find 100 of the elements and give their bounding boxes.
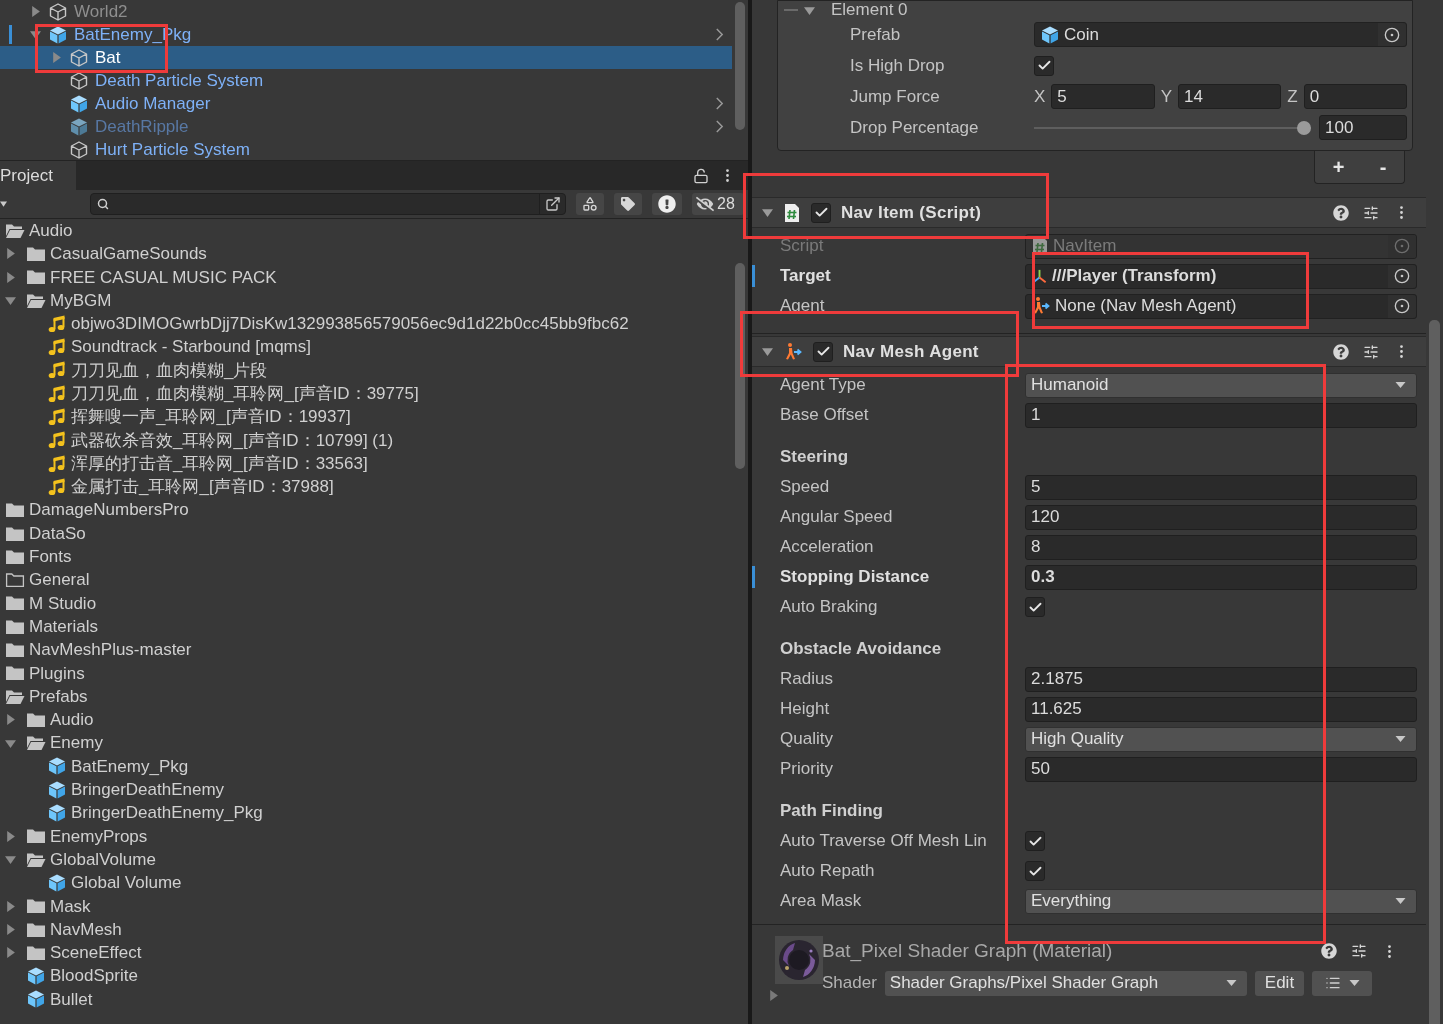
project-item[interactable]: General (0, 568, 732, 592)
list-button[interactable]: - (1373, 152, 1393, 182)
slider-thumb[interactable] (1297, 120, 1311, 135)
project-item[interactable]: 刀刀见血，血肉模糊_片段 (0, 358, 732, 383)
expand-arrow-icon[interactable] (5, 295, 16, 307)
dropdown[interactable]: High Quality (1025, 726, 1417, 752)
project-item[interactable]: GlobalVolume (0, 848, 732, 872)
checkbox[interactable] (1025, 831, 1045, 851)
project-item[interactable]: 金属打击_耳聆网_[声音ID：37988] (0, 475, 732, 499)
project-item[interactable]: Global Volume (0, 871, 732, 895)
number-field[interactable]: 5 (1051, 84, 1155, 109)
expand-arrow-icon[interactable] (5, 248, 16, 260)
project-item[interactable]: Mask (0, 894, 732, 918)
project-item[interactable]: 刀刀见血，血肉模糊_耳聆网_[声音ID：39775] (0, 382, 732, 406)
checkbox[interactable] (1025, 861, 1045, 881)
number-field[interactable]: 5 (1025, 474, 1417, 500)
help-icon[interactable] (1333, 204, 1349, 221)
hierarchy-item[interactable]: Hurt Particle System (0, 138, 732, 160)
expand-arrow-icon[interactable] (30, 6, 41, 17)
object-field[interactable]: None (Nav Mesh Agent) (1025, 293, 1417, 319)
project-item[interactable]: Materials (0, 615, 732, 639)
project-item[interactable]: Audio (0, 708, 732, 732)
expand-arrow-icon[interactable] (5, 947, 16, 959)
lock-icon[interactable] (693, 167, 709, 184)
edit-button[interactable]: Edit (1254, 970, 1305, 996)
project-item[interactable]: M Studio (0, 591, 732, 616)
number-field[interactable]: 14 (1178, 84, 1282, 109)
chevron-right-icon[interactable] (715, 97, 724, 110)
project-item[interactable]: Plugins (0, 661, 732, 685)
project-item[interactable]: 浑厚的打击音_耳聆网_[声音ID：33563] (0, 451, 732, 476)
project-item[interactable]: 挥舞嗖一声_耳聆网_[声音ID：19937] (0, 405, 732, 429)
label-filter-button[interactable] (614, 193, 642, 215)
expand-arrow-icon[interactable] (5, 271, 16, 283)
project-item[interactable]: DataSo (0, 521, 732, 546)
hierarchy-item[interactable]: World2 (0, 0, 732, 23)
project-item[interactable]: CasualGameSounds (0, 242, 732, 266)
number-field[interactable]: 100 (1319, 115, 1407, 140)
expand-arrow-icon[interactable] (762, 207, 773, 218)
number-field[interactable]: 1 (1025, 402, 1417, 428)
object-field[interactable]: ///Player (Transform) (1025, 263, 1417, 289)
project-item[interactable]: BringerDeathEnemy (0, 778, 732, 802)
project-item[interactable]: 武器砍杀音效_耳聆网_[声音ID：10799] (1) (0, 428, 732, 452)
expand-arrow-icon[interactable] (5, 830, 16, 842)
number-field[interactable]: 2.1875 (1025, 666, 1417, 692)
project-item[interactable]: BatEnemy_Pkg (0, 754, 732, 779)
hierarchy-item[interactable]: Death Particle System (0, 69, 732, 92)
help-icon[interactable] (1321, 943, 1337, 959)
number-field[interactable]: 11.625 (1025, 696, 1417, 722)
scrollbar-thumb[interactable] (735, 2, 745, 130)
search-field[interactable] (90, 193, 566, 215)
save-search-icon[interactable] (544, 196, 561, 212)
hidden-packages-button[interactable]: 28 (692, 193, 744, 215)
dropdown[interactable]: Humanoid (1025, 372, 1417, 398)
list-dropdown-button[interactable] (1312, 970, 1373, 996)
project-item[interactable]: Prefabs (0, 684, 732, 709)
project-item[interactable]: Fonts (0, 545, 732, 569)
number-field[interactable]: 120 (1025, 504, 1417, 530)
project-item[interactable]: SceneEffect (0, 941, 732, 965)
expand-arrow-icon[interactable] (768, 990, 779, 1001)
object-picker-icon[interactable] (1384, 26, 1400, 43)
presets-icon[interactable] (1351, 943, 1367, 959)
expand-arrow-icon[interactable] (5, 900, 16, 912)
presets-icon[interactable] (1363, 204, 1379, 221)
hierarchy-item[interactable]: Bat (0, 46, 732, 69)
project-item[interactable]: MyBGM (0, 288, 732, 313)
project-item[interactable]: objwo3DIMOGwrbDjj7DisKw132993856579056ec9d1d22b0cc45bb9fbc62 (0, 312, 732, 336)
expand-arrow-icon[interactable] (5, 854, 16, 866)
component-header[interactable]: Nav Mesh Agent (752, 336, 1426, 367)
number-field[interactable]: 8 (1025, 534, 1417, 560)
project-item[interactable]: BloodSprite (0, 964, 732, 988)
presets-icon[interactable] (1363, 343, 1379, 360)
project-item[interactable]: EnemyProps (0, 824, 732, 848)
help-icon[interactable] (1333, 343, 1349, 360)
project-item[interactable]: Bullet (0, 987, 732, 1012)
checkbox[interactable] (811, 202, 831, 223)
project-tab[interactable]: Project (0, 161, 76, 190)
scrollbar-thumb[interactable] (735, 263, 745, 469)
project-item[interactable]: Enemy (0, 731, 732, 755)
dropdown-caret-icon[interactable] (0, 201, 7, 207)
project-item[interactable]: Soundtrack - Starbound [mqms] (0, 335, 732, 359)
warning-filter-button[interactable] (652, 193, 682, 215)
project-item[interactable]: Audio (0, 219, 732, 243)
component-header[interactable]: Nav Item (Script) (752, 197, 1426, 228)
expand-arrow-icon[interactable] (30, 29, 41, 40)
chevron-right-icon[interactable] (715, 28, 724, 41)
project-item[interactable]: NavMeshPlus-master (0, 638, 732, 662)
object-picker-icon[interactable] (1394, 268, 1410, 284)
dropdown[interactable]: Everything (1025, 888, 1417, 914)
project-item[interactable]: FREE CASUAL MUSIC PACK (0, 265, 732, 289)
checkbox[interactable] (813, 341, 833, 362)
expand-arrow-icon[interactable] (804, 4, 815, 16)
shader-dropdown[interactable]: Shader Graphs/Pixel Shader Graph (884, 970, 1247, 996)
object-picker-icon[interactable] (1394, 298, 1410, 314)
expand-arrow-icon[interactable] (5, 737, 16, 749)
hierarchy-item[interactable]: Audio Manager (0, 92, 732, 115)
checkbox[interactable] (1025, 597, 1045, 617)
list-button[interactable]: + (1326, 152, 1351, 182)
number-field[interactable]: 50 (1025, 756, 1417, 782)
drag-handle-icon[interactable] (784, 9, 798, 11)
checkbox[interactable] (1034, 55, 1054, 76)
